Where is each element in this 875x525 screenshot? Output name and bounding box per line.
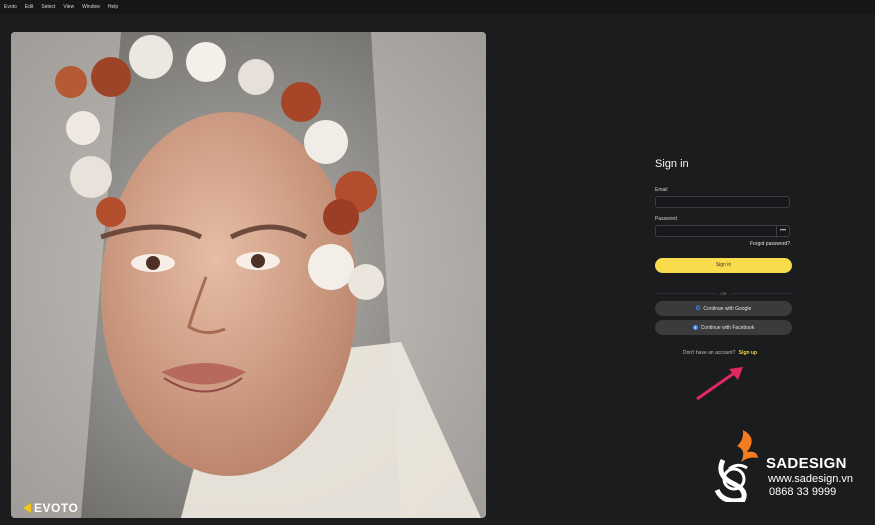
divider-line bbox=[730, 292, 792, 294]
google-icon: G bbox=[695, 305, 701, 312]
show-password-icon[interactable]: ••• bbox=[776, 226, 789, 238]
watermark-phone: 0868 33 9999 bbox=[769, 486, 837, 498]
signin-title: Sign in bbox=[655, 158, 689, 170]
sadesign-logo-icon bbox=[714, 430, 758, 502]
signup-row: Don't have an account? Sign up bbox=[683, 350, 757, 356]
brand-text: EVOTO bbox=[34, 501, 79, 515]
continue-with-google-button[interactable]: G Continue with Google bbox=[655, 301, 792, 316]
portrait-illustration bbox=[11, 32, 486, 518]
pointer-arrow-icon bbox=[696, 367, 743, 401]
evoto-brand: EVOTO bbox=[23, 501, 78, 515]
email-label: Email bbox=[655, 187, 668, 193]
menu-view[interactable]: View bbox=[63, 4, 74, 10]
facebook-icon: f bbox=[692, 325, 698, 330]
menu-help[interactable]: Help bbox=[108, 4, 118, 10]
divider-line bbox=[655, 292, 717, 294]
facebook-label: Continue with Facebook bbox=[700, 324, 755, 331]
password-label: Password bbox=[655, 216, 677, 222]
menu-bar: Evoto Edit Select View Window Help bbox=[0, 0, 875, 14]
menu-select[interactable]: Select bbox=[41, 4, 55, 10]
menu-edit[interactable]: Edit bbox=[25, 4, 34, 10]
evoto-logo-icon bbox=[23, 503, 31, 513]
watermark-url: www.sadesign.vn bbox=[768, 473, 853, 485]
signup-link[interactable]: Sign up bbox=[739, 350, 757, 356]
portrait-photo: EVOTO bbox=[11, 32, 486, 518]
forgot-password-link[interactable]: Forgot password? bbox=[750, 241, 790, 247]
sadesign-watermark: SADESIGN www.sadesign.vn 0868 33 9999 bbox=[708, 428, 868, 502]
google-label: Continue with Google bbox=[703, 305, 752, 312]
continue-with-facebook-button[interactable]: f Continue with Facebook bbox=[655, 320, 792, 335]
email-field[interactable] bbox=[655, 196, 790, 208]
watermark-name: SADESIGN bbox=[766, 455, 847, 472]
no-account-text: Don't have an account? bbox=[683, 350, 736, 356]
password-field[interactable]: ••• bbox=[655, 225, 790, 238]
menu-evoto[interactable]: Evoto bbox=[4, 4, 17, 10]
signin-button[interactable]: Sign in bbox=[655, 258, 792, 273]
or-divider: OR bbox=[655, 290, 792, 296]
menu-window[interactable]: Window bbox=[82, 4, 100, 10]
or-label: OR bbox=[720, 290, 727, 296]
